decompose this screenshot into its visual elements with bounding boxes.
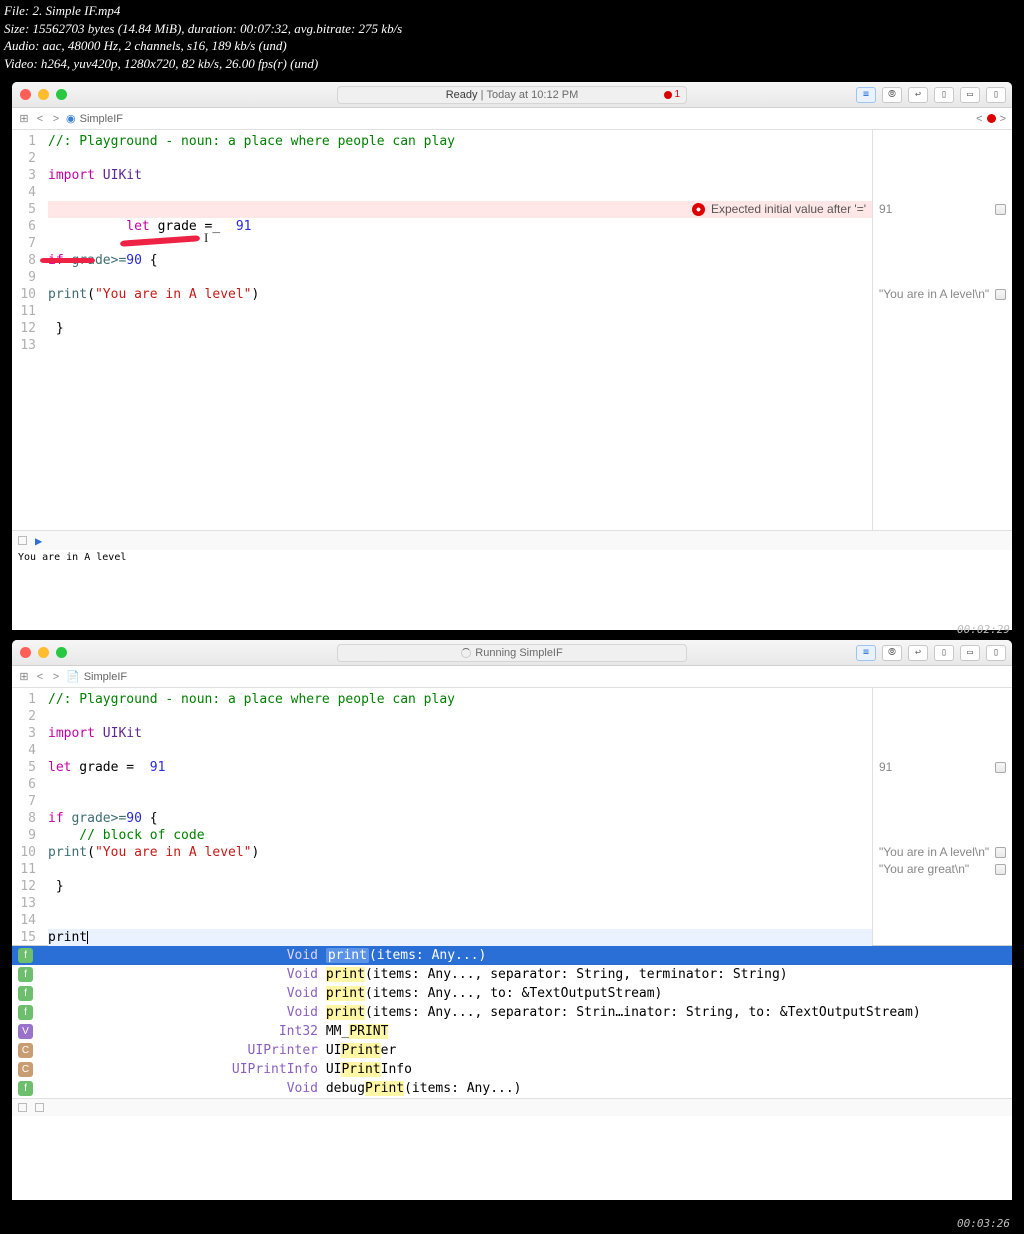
results-sidebar: 91 "You are in A level\n" "You are great… — [872, 688, 1012, 945]
media-size: Size: 15562703 bytes (14.84 MiB), durati… — [4, 20, 1020, 38]
traffic-lights — [20, 89, 67, 100]
standard-editor-button[interactable]: ≡ — [856, 87, 876, 103]
line-gutter: 123456789101112131415 — [12, 688, 42, 945]
code-comment: //: Playground - noun: a place where peo… — [48, 134, 455, 149]
toggle-navigator-button[interactable]: ▯ — [934, 645, 954, 661]
minimize-button[interactable] — [38, 647, 49, 658]
video-timestamp: 00:02:29 — [957, 623, 1010, 636]
quicklook-icon[interactable] — [995, 289, 1006, 300]
breadcrumb-file[interactable]: SimpleIF — [80, 113, 123, 125]
class-badge-icon: C — [18, 1043, 33, 1058]
text-cursor — [87, 931, 88, 944]
xcode-window-1: Ready | Today at 10:12 PM 1 ≡ ⦾ ↩︎ ▯ ▭ ▯… — [12, 82, 1012, 630]
console-output: You are in A level — [12, 550, 1012, 579]
quicklook-icon[interactable] — [995, 762, 1006, 773]
breadcrumb-file-icon: ◉ — [66, 112, 76, 125]
line-gutter: 12345678910111213 — [12, 130, 42, 530]
status-state: Ready — [446, 89, 478, 101]
result-value: 91 — [879, 759, 892, 776]
zoom-button[interactable] — [56, 647, 67, 658]
toggle-console-icon[interactable] — [35, 1103, 44, 1112]
function-badge-icon: f — [18, 967, 33, 982]
toggle-debug-button[interactable]: ▭ — [960, 645, 980, 661]
autocomplete-item[interactable]: V Int32 MM_PRINT — [12, 1022, 1012, 1041]
breadcrumb-error-icon[interactable] — [987, 114, 996, 123]
text-cursor-icon: I — [204, 229, 208, 246]
variable-badge-icon: V — [18, 1024, 33, 1039]
media-file: File: 2. Simple IF.mp4 — [4, 2, 1020, 20]
status-pill: Ready | Today at 10:12 PM 1 — [337, 86, 687, 104]
spinner-icon — [461, 648, 471, 658]
function-badge-icon: f — [18, 1081, 33, 1096]
zoom-button[interactable] — [56, 89, 67, 100]
breadcrumb-file[interactable]: SimpleIF — [84, 671, 127, 683]
toggle-console-icon[interactable] — [18, 536, 27, 545]
debug-bar: ▶ — [12, 530, 1012, 550]
autocomplete-item[interactable]: f Void print(items: Any..., separator: S… — [12, 1003, 1012, 1022]
status-pill: Running SimpleIF — [337, 644, 687, 662]
debug-bar — [12, 1098, 1012, 1116]
inline-error-badge[interactable]: Expected initial value after '=' — [692, 201, 866, 218]
media-video: Video: h264, yuv420p, 1280x720, 82 kb/s,… — [4, 55, 1020, 73]
class-badge-icon: C — [18, 1062, 33, 1077]
autocomplete-item[interactable]: f Void print(items: Any..., to: &TextOut… — [12, 984, 1012, 1003]
assistant-editor-button[interactable]: ⦾ — [882, 645, 902, 661]
autocomplete-item[interactable]: f Void debugPrint(items: Any...) — [12, 1079, 1012, 1098]
quicklook-icon[interactable] — [995, 864, 1006, 875]
breadcrumb-file-icon: 📄 — [66, 670, 80, 683]
toggle-inspector-button[interactable]: ▯ — [986, 645, 1006, 661]
standard-editor-button[interactable]: ≡ — [856, 645, 876, 661]
quicklook-icon[interactable] — [995, 204, 1006, 215]
toggle-console-icon[interactable] — [18, 1103, 27, 1112]
toggle-navigator-button[interactable]: ▯ — [934, 87, 954, 103]
results-sidebar: 91 "You are in A level\n" — [872, 130, 1012, 530]
nav-forward-icon[interactable]: > — [50, 671, 62, 683]
video-timestamp: 00:03:26 — [957, 1217, 1010, 1230]
typed-input: print — [48, 930, 87, 945]
nav-back-icon[interactable]: < — [34, 113, 46, 125]
titlebar: Ready | Today at 10:12 PM 1 ≡ ⦾ ↩︎ ▯ ▭ ▯ — [12, 82, 1012, 108]
function-badge-icon: f — [18, 1005, 33, 1020]
toggle-inspector-button[interactable]: ▯ — [986, 87, 1006, 103]
breadcrumb-bar: ⊞ < > ◉ SimpleIF < > — [12, 108, 1012, 130]
minimize-button[interactable] — [38, 89, 49, 100]
media-info-block: File: 2. Simple IF.mp4 Size: 15562703 by… — [0, 0, 1024, 74]
status-state: Running SimpleIF — [475, 647, 562, 659]
status-error-count[interactable]: 1 — [664, 89, 680, 100]
toggle-debug-button[interactable]: ▭ — [960, 87, 980, 103]
close-button[interactable] — [20, 89, 31, 100]
result-value: 91 — [879, 201, 892, 218]
result-value: "You are in A level\n" — [879, 286, 989, 303]
result-value: "You are in A level\n" — [879, 844, 989, 861]
code-editor[interactable]: 12345678910111213 //: Playground - noun:… — [12, 130, 872, 530]
titlebar: Running SimpleIF ≡ ⦾ ↩︎ ▯ ▭ ▯ — [12, 640, 1012, 666]
related-items-icon[interactable]: ⊞ — [18, 113, 30, 125]
toolbar-right: ≡ ⦾ ↩︎ ▯ ▭ ▯ — [856, 87, 1006, 103]
autocomplete-item[interactable]: C UIPrintInfo UIPrintInfo — [12, 1060, 1012, 1079]
media-audio: Audio: aac, 48000 Hz, 2 channels, s16, 1… — [4, 37, 1020, 55]
close-button[interactable] — [20, 647, 31, 658]
autocomplete-item[interactable]: f Void print(items: Any..., separator: S… — [12, 965, 1012, 984]
autocomplete-item[interactable]: f Void print(items: Any...) — [12, 946, 1012, 965]
toolbar-right: ≡ ⦾ ↩︎ ▯ ▭ ▯ — [856, 645, 1006, 661]
autocomplete-item[interactable]: C UIPrinter UIPrinter — [12, 1041, 1012, 1060]
function-badge-icon: f — [18, 986, 33, 1001]
status-time: Today at 10:12 PM — [487, 89, 579, 101]
autocomplete-popup[interactable]: f Void print(items: Any...) f Void print… — [12, 945, 1012, 1098]
nav-back-icon[interactable]: < — [34, 671, 46, 683]
annotation-underline — [40, 258, 95, 263]
version-editor-button[interactable]: ↩︎ — [908, 645, 928, 661]
version-editor-button[interactable]: ↩︎ — [908, 87, 928, 103]
xcode-window-2: Running SimpleIF ≡ ⦾ ↩︎ ▯ ▭ ▯ ⊞ < > 📄 Si… — [12, 640, 1012, 1200]
quicklook-icon[interactable] — [995, 847, 1006, 858]
play-icon[interactable]: ▶ — [35, 534, 42, 548]
related-items-icon[interactable]: ⊞ — [18, 671, 30, 683]
traffic-lights — [20, 647, 67, 658]
assistant-editor-button[interactable]: ⦾ — [882, 87, 902, 103]
function-badge-icon: f — [18, 948, 33, 963]
nav-forward-icon[interactable]: > — [50, 113, 62, 125]
result-value: "You are great\n" — [879, 861, 969, 878]
breadcrumb-bar: ⊞ < > 📄 SimpleIF — [12, 666, 1012, 688]
code-editor[interactable]: 123456789101112131415 //: Playground - n… — [12, 688, 872, 945]
